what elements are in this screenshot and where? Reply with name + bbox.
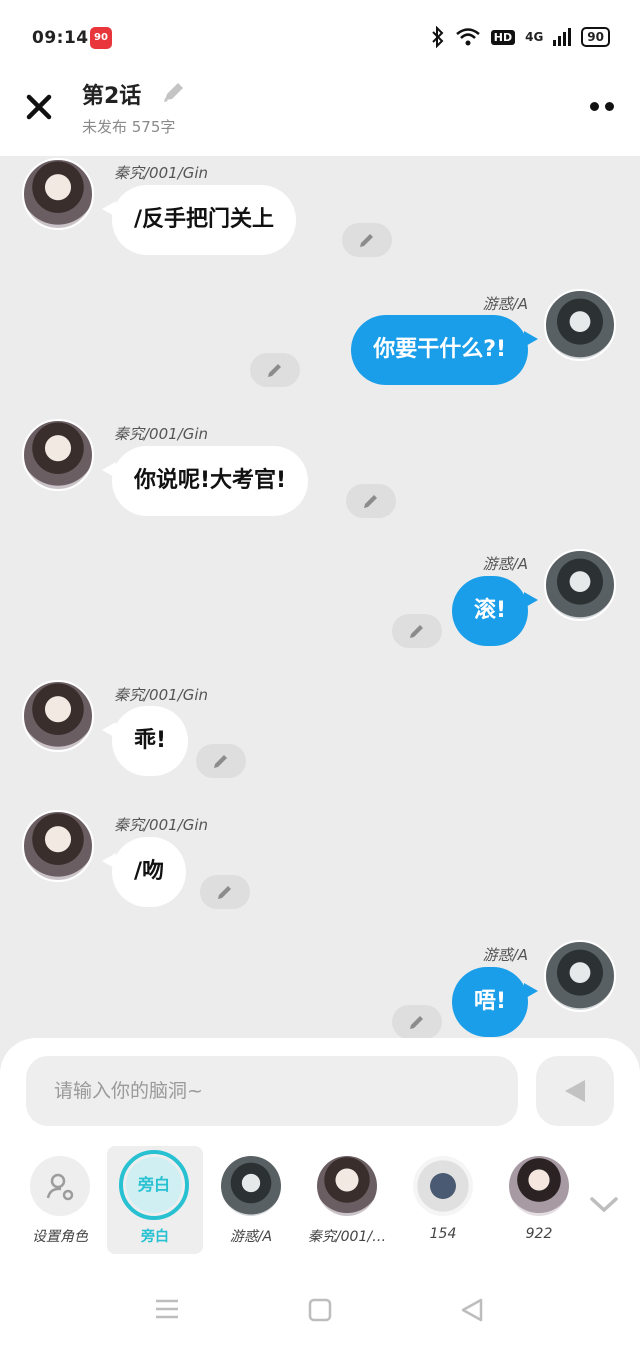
pencil-icon bbox=[268, 364, 281, 377]
pencil-icon bbox=[218, 886, 231, 899]
edit-message-button[interactable] bbox=[342, 223, 392, 257]
message-bubble[interactable]: 乖! bbox=[101, 706, 189, 776]
sender-name: 秦究/001/Gin bbox=[114, 816, 209, 834]
chapter-title: 第2话 bbox=[82, 84, 142, 109]
edit-message-button[interactable] bbox=[250, 353, 300, 387]
status-bar: 09:14 90 HD 4G 90 bbox=[0, 0, 640, 70]
role-avatar bbox=[317, 1156, 377, 1216]
editor-header: 第2话 未发布 575字 bbox=[0, 70, 640, 156]
edit-message-button[interactable] bbox=[346, 484, 396, 518]
send-button[interactable] bbox=[536, 1056, 614, 1126]
system-nav-bar bbox=[0, 1278, 640, 1351]
message-bubble[interactable]: 你要干什么?! bbox=[351, 315, 538, 385]
avatar-qin[interactable] bbox=[22, 419, 94, 491]
role-set-characters[interactable]: 设置角色 bbox=[12, 1146, 108, 1254]
pencil-icon bbox=[214, 755, 227, 768]
message-bubble[interactable]: 唔! bbox=[451, 967, 539, 1037]
edit-message-button[interactable] bbox=[200, 875, 250, 909]
avatar-qin[interactable] bbox=[22, 810, 94, 882]
home-icon[interactable] bbox=[308, 1298, 332, 1322]
role-qin[interactable]: 秦究/001/… bbox=[299, 1146, 395, 1254]
close-icon[interactable] bbox=[24, 92, 54, 122]
role-922[interactable]: 922 bbox=[491, 1146, 587, 1254]
role-label: 秦究/001/… bbox=[307, 1229, 387, 1245]
chat-area[interactable]: 秦究/001/Gin /反手把门关上 游惑/A 你要干什么?! 秦究/001/G… bbox=[0, 156, 640, 1038]
status-time: 09:14 bbox=[32, 28, 89, 48]
menu-icon[interactable] bbox=[154, 1298, 180, 1320]
avatar-you[interactable] bbox=[544, 940, 616, 1012]
sender-name: 游惑/A bbox=[482, 295, 528, 313]
avatar-qin[interactable] bbox=[22, 158, 94, 230]
narration-badge: 旁白 bbox=[119, 1150, 189, 1220]
network-type: 4G bbox=[525, 30, 544, 44]
role-label: 游惑/A bbox=[229, 1229, 273, 1245]
role-avatar bbox=[221, 1156, 281, 1216]
sender-name: 游惑/A bbox=[482, 555, 528, 573]
app-notification-icon: 90 bbox=[90, 27, 112, 49]
pencil-icon bbox=[410, 1016, 423, 1029]
story-input[interactable]: 请输入你的脑洞~ bbox=[26, 1056, 518, 1126]
role-label: 设置角色 bbox=[32, 1229, 88, 1245]
sender-name: 游惑/A bbox=[482, 946, 528, 964]
role-avatar bbox=[509, 1156, 569, 1216]
role-avatar bbox=[413, 1156, 473, 1216]
edit-message-button[interactable] bbox=[392, 1005, 442, 1038]
message-bubble[interactable]: /吻 bbox=[101, 837, 187, 907]
bluetooth-icon bbox=[432, 26, 444, 48]
edit-message-button[interactable] bbox=[392, 614, 442, 648]
wifi-icon bbox=[455, 28, 480, 46]
chapter-status: 未发布 575字 bbox=[82, 118, 176, 136]
avatar-you[interactable] bbox=[544, 289, 616, 361]
sender-name: 秦究/001/Gin bbox=[114, 425, 209, 443]
edit-message-button[interactable] bbox=[196, 744, 246, 778]
back-icon[interactable] bbox=[460, 1298, 484, 1322]
hd-badge: HD bbox=[490, 29, 516, 45]
pencil-icon bbox=[364, 495, 377, 508]
role-you[interactable]: 游惑/A bbox=[203, 1146, 299, 1254]
role-label: 922 bbox=[525, 1226, 553, 1242]
edit-title-pencil-icon[interactable] bbox=[160, 80, 186, 106]
role-narration[interactable]: 旁白 旁白 bbox=[107, 1146, 203, 1254]
pencil-icon bbox=[360, 234, 373, 247]
narration-circle-text: 旁白 bbox=[126, 1157, 182, 1213]
role-154[interactable]: 154 bbox=[395, 1146, 491, 1254]
pencil-icon bbox=[410, 625, 423, 638]
chevron-down-icon[interactable] bbox=[588, 1194, 620, 1216]
signal-icon bbox=[553, 28, 572, 46]
message-bubble[interactable]: 你说呢!大考官! bbox=[101, 446, 309, 516]
send-arrow-icon bbox=[565, 1080, 585, 1102]
sender-name: 秦究/001/Gin bbox=[114, 686, 209, 704]
more-menu-icon[interactable] bbox=[590, 102, 614, 111]
message-bubble[interactable]: 滚! bbox=[451, 576, 539, 646]
role-label: 旁白 bbox=[141, 1229, 169, 1245]
battery-indicator: 90 bbox=[581, 27, 610, 47]
role-selector: 设置角色 旁白 旁白 游惑/A 秦究/001/… 154 922 bbox=[0, 1146, 640, 1254]
message-bubble[interactable]: /反手把门关上 bbox=[101, 185, 297, 255]
role-label: 154 bbox=[429, 1226, 457, 1242]
status-icons: HD 4G 90 bbox=[431, 26, 610, 48]
avatar-qin[interactable] bbox=[22, 680, 94, 752]
sender-name: 秦究/001/Gin bbox=[114, 164, 209, 182]
avatar-you[interactable] bbox=[544, 549, 616, 621]
person-settings-icon bbox=[30, 1156, 90, 1216]
